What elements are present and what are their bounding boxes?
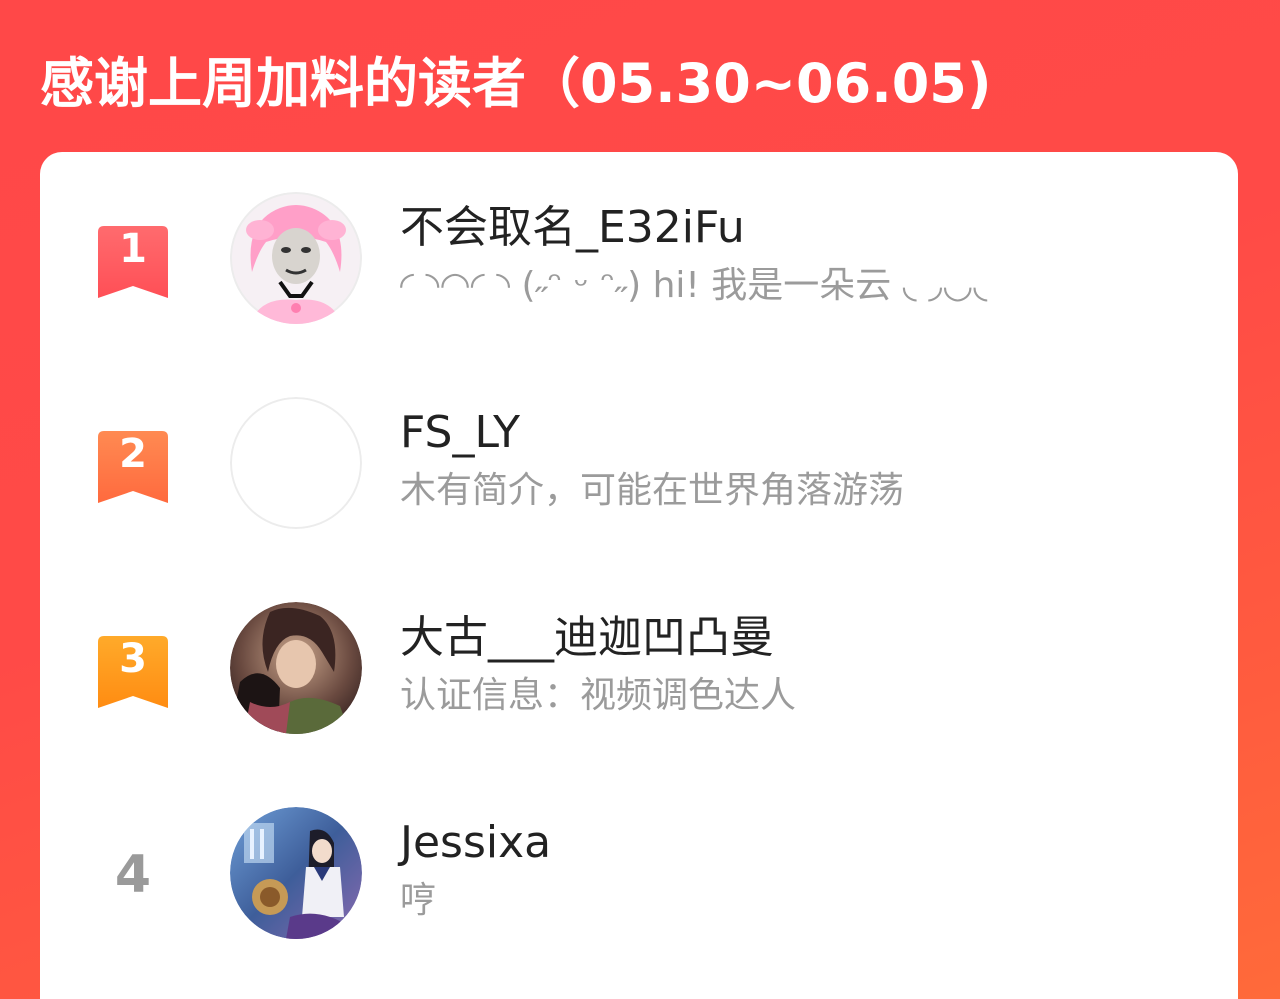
rank-number: 2 xyxy=(119,431,147,477)
rank-number: 3 xyxy=(119,636,147,682)
list-item[interactable]: 4 Jessixa 哼 xyxy=(40,807,1238,967)
reader-name[interactable]: FS_LY xyxy=(400,407,520,459)
rank-number: 1 xyxy=(119,226,147,272)
reader-name[interactable]: 大古___迪迦凹凸曼 xyxy=(400,612,774,664)
page-title: 感谢上周加料的读者（05.30~06.05) xyxy=(40,52,992,115)
rank-ribbon-badge: 1 xyxy=(98,226,168,298)
avatar[interactable] xyxy=(230,807,362,939)
rank-ribbon-badge: 3 xyxy=(98,636,168,708)
avatar[interactable] xyxy=(230,192,362,324)
list-item[interactable]: 3 大古___迪迦凹凸曼 认证信息：视频调色达人 xyxy=(40,602,1238,762)
readers-ranking-page: 感谢上周加料的读者（05.30~06.05) 1 不会取名_E32iFu ◜ ◝… xyxy=(0,0,1280,999)
avatar[interactable] xyxy=(230,397,362,529)
list-item[interactable]: 2 FS_LY 木有简介，可能在世界角落游荡 xyxy=(40,397,1238,557)
reader-name[interactable]: 不会取名_E32iFu xyxy=(400,202,745,254)
rank-number: 4 xyxy=(114,845,152,905)
reader-bio: ◜ ◝◠◜ ◝ (˶ᵔ ᵕ ᵔ˶) hi! 我是一朵云 ◟ ◞◡◟ xyxy=(400,265,988,306)
reader-bio: 木有简介，可能在世界角落游荡 xyxy=(400,470,905,511)
reader-name[interactable]: Jessixa xyxy=(400,817,551,869)
list-item[interactable]: 1 不会取名_E32iFu ◜ ◝◠◜ ◝ (˶ᵔ ᵕ ᵔ˶) hi! 我是一朵… xyxy=(40,192,1238,352)
rank-ribbon-badge: 2 xyxy=(98,431,168,503)
reader-bio: 认证信息：视频调色达人 xyxy=(400,675,797,716)
reader-bio: 哼 xyxy=(400,880,437,921)
avatar[interactable] xyxy=(230,602,362,734)
ranking-card: 1 不会取名_E32iFu ◜ ◝◠◜ ◝ (˶ᵔ ᵕ ᵔ˶) hi! 我是一朵… xyxy=(40,152,1238,999)
